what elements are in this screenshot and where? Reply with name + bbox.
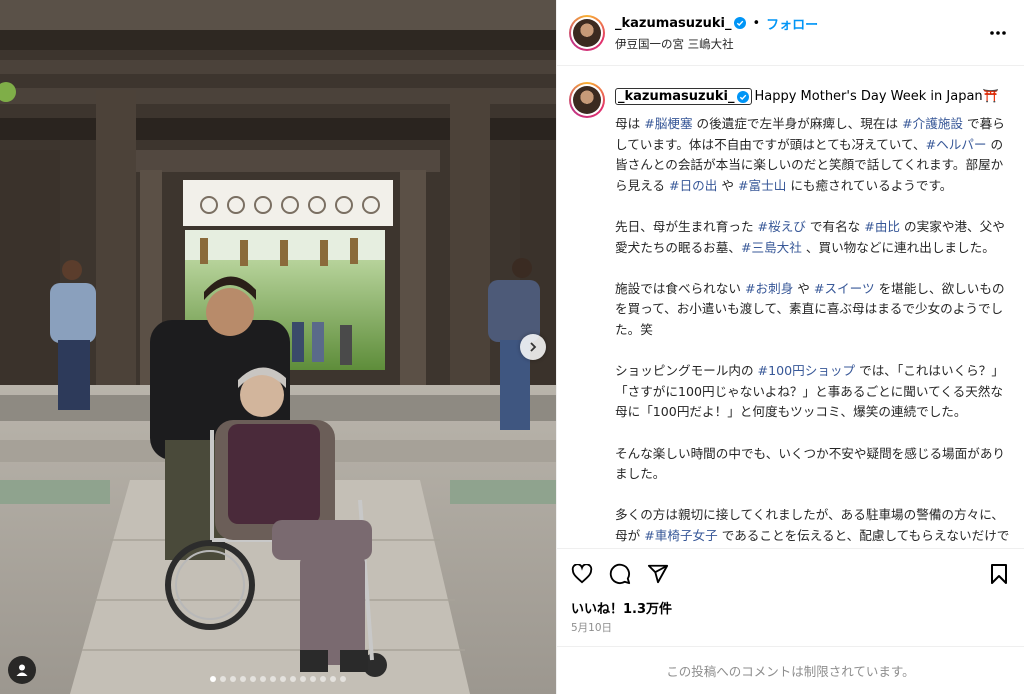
carousel-dot (290, 676, 296, 682)
save-button[interactable] (986, 561, 1012, 587)
hashtag-link[interactable]: #日の出 (669, 178, 717, 193)
author-username[interactable]: _kazumasuzuki_ (615, 16, 731, 31)
post-sidebar: _kazumasuzuki_ • フォロー 伊豆国一の宮 三嶋大社 _kazum… (556, 0, 1024, 694)
caption-text: や (717, 177, 738, 193)
carousel-dot (300, 676, 306, 682)
photo-scene (0, 0, 556, 694)
hashtag-link[interactable]: #桜えび (758, 219, 806, 234)
caption-paragraph: ショッピングモール内の #100円ショップ では、「これはいくら？」「さすがに1… (615, 361, 1010, 423)
action-bar (557, 548, 1024, 598)
caption-text: や (793, 280, 814, 296)
carousel-dot (340, 676, 346, 682)
verified-badge-icon (737, 90, 750, 103)
comment-icon (609, 563, 631, 584)
user-tag-icon (16, 664, 28, 676)
caption-section: _kazumasuzuki_ Happy Mother's Day Week i… (557, 66, 1024, 548)
carousel-dot (230, 676, 236, 682)
share-button[interactable] (645, 561, 671, 587)
caption-avatar[interactable] (569, 82, 605, 118)
like-button[interactable] (569, 561, 595, 587)
post-modal: _kazumasuzuki_ • フォロー 伊豆国一の宮 三嶋大社 _kazum… (0, 0, 1024, 694)
carousel-dot (250, 676, 256, 682)
hashtag-link[interactable]: #車椅子女子 (644, 528, 718, 543)
more-options-button[interactable] (986, 21, 1010, 45)
heart-icon (571, 563, 593, 583)
follow-button[interactable]: フォロー (766, 14, 818, 33)
carousel-dot (210, 676, 216, 682)
carousel-dot (280, 676, 286, 682)
carousel-dot (330, 676, 336, 682)
caption-paragraph: 施設では食べられない #お刺身 や #スイーツ を堪能し、欲しいものを買って、お… (615, 279, 1010, 341)
comments-disabled-notice: この投稿へのコメントは制限されています。 (557, 646, 1024, 694)
caption-username[interactable]: _kazumasuzuki_ (615, 88, 753, 105)
separator-bullet: • (752, 15, 761, 31)
post-header: _kazumasuzuki_ • フォロー 伊豆国一の宮 三嶋大社 (557, 0, 1024, 66)
caption-text: 先日、母が生まれ育った (615, 218, 758, 234)
caption-paragraph: 多くの方は親切に接してくれましたが、ある駐車場の警備の方々に、母が #車椅子女子… (615, 505, 1010, 548)
verified-badge-icon (734, 17, 747, 29)
carousel-next-button[interactable] (520, 334, 546, 360)
carousel-dot (260, 676, 266, 682)
post-location[interactable]: 伊豆国一の宮 三嶋大社 (615, 36, 986, 52)
caption-text: ショッピングモール内の (615, 363, 758, 379)
carousel-indicator (0, 676, 556, 682)
hashtag-link[interactable]: #100円ショップ (758, 363, 856, 378)
caption-text: 、買い物などに連れ出しました。 (801, 239, 995, 255)
hashtag-link[interactable]: #富士山 (738, 178, 786, 193)
caption-paragraph: そんな楽しい時間の中でも、いくつか不安や疑問を感じる場面がありました。 (615, 444, 1010, 485)
hashtag-link[interactable]: #由比 (864, 219, 900, 234)
post-date[interactable]: 5月10日 (557, 620, 1024, 646)
caption-username-text: _kazumasuzuki_ (618, 89, 735, 104)
author-avatar[interactable] (569, 14, 605, 51)
caption-title: Happy Mother's Day Week in Japan⛩️ (754, 89, 999, 104)
post-photo[interactable] (0, 0, 556, 694)
likes-count[interactable]: いいね！1.3万件 (557, 598, 1024, 618)
caption-text: にも癒されているようです。 (786, 177, 953, 193)
carousel-dot (220, 676, 226, 682)
more-horizontal-icon (990, 30, 1006, 35)
hashtag-link[interactable]: #スイーツ (814, 281, 875, 296)
bookmark-icon (991, 563, 1007, 584)
caption-text: 施設では食べられない (615, 280, 745, 296)
caption-text: の後遺症で左半身が麻痺し、現在は (692, 116, 903, 131)
hashtag-link[interactable]: #脳梗塞 (644, 116, 692, 131)
caption-paragraph: 母は #脳梗塞 の後遺症で左半身が麻痺し、現在は #介護施設 で暮らしています。… (615, 114, 1010, 196)
caption-body: 母は #脳梗塞 の後遺症で左半身が麻痺し、現在は #介護施設 で暮らしています。… (615, 114, 1010, 548)
caption-text: 母は (615, 116, 645, 131)
comment-button[interactable] (607, 561, 633, 587)
chevron-right-icon (530, 342, 537, 352)
carousel-dot (270, 676, 276, 682)
hashtag-link[interactable]: #ヘルパー (926, 137, 987, 152)
caption-text: そんな楽しい時間の中でも、いくつか不安や疑問を感じる場面がありました。 (615, 445, 1006, 482)
caption-paragraph: 先日、母が生まれ育った #桜えび で有名な #由比 の実家や港、父や愛犬たちの眠… (615, 217, 1010, 258)
carousel-dot (240, 676, 246, 682)
hashtag-link[interactable]: #三島大社 (741, 240, 802, 255)
carousel-dot (310, 676, 316, 682)
hashtag-link[interactable]: #お刺身 (745, 281, 793, 296)
share-icon (647, 564, 669, 583)
caption-text: で有名な (805, 218, 865, 234)
hashtag-link[interactable]: #介護施設 (902, 116, 963, 131)
carousel-dot (320, 676, 326, 682)
